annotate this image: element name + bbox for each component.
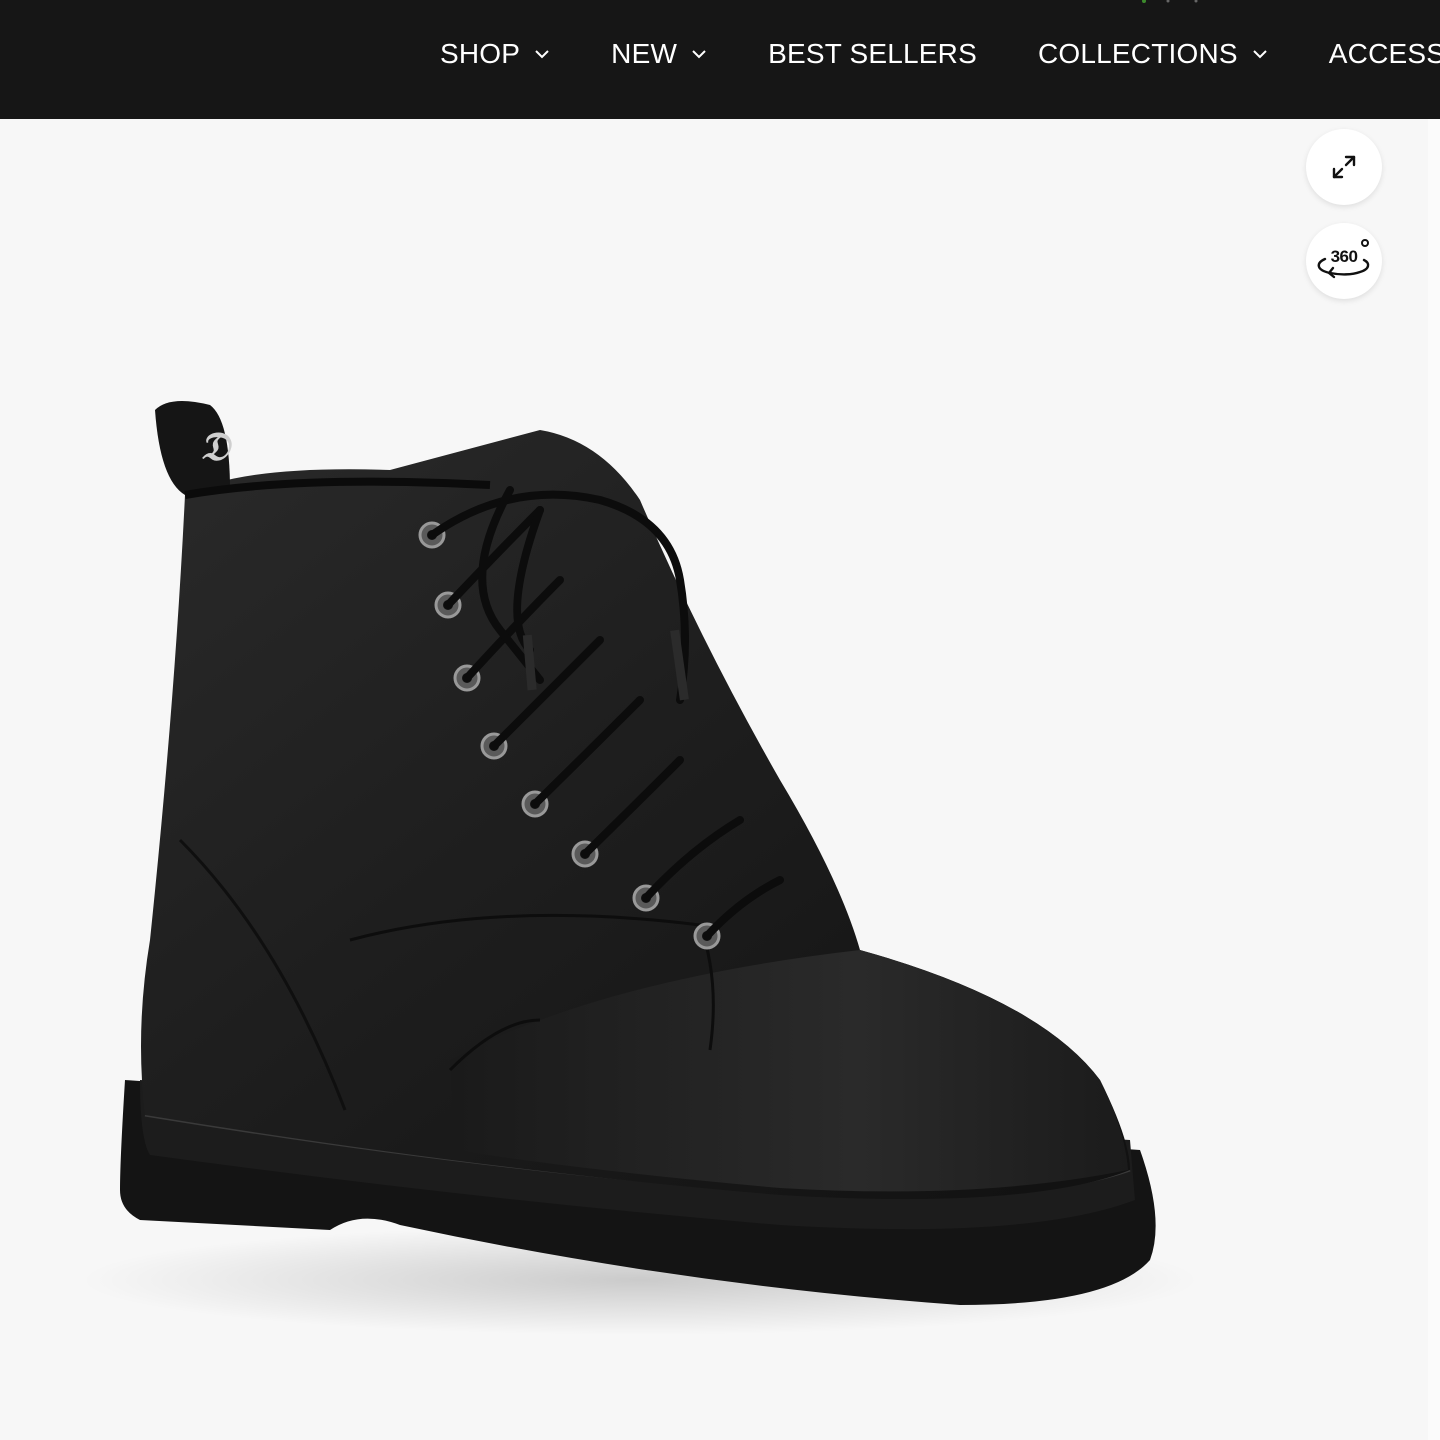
nav-item-label: NEW	[611, 38, 678, 69]
nav-item-best-sellers[interactable]: BEST SELLERS	[768, 34, 977, 74]
nav-item-shop[interactable]: SHOP	[440, 34, 550, 74]
chevron-down-icon	[692, 50, 706, 59]
chevron-down-icon	[535, 50, 549, 59]
top-navigation-bar: SHOP NEW BEST SELLERS COLLECTIONS ACCESS…	[0, 0, 1440, 119]
page-edge	[1428, 119, 1440, 1440]
nav-menu: SHOP NEW BEST SELLERS COLLECTIONS ACCESS…	[440, 34, 1440, 74]
nav-item-label: ACCESSORIES	[1328, 38, 1440, 69]
nav-item-new[interactable]: NEW	[611, 34, 707, 74]
nav-item-label: SHOP	[440, 38, 521, 69]
view-360-button[interactable]: 360	[1306, 223, 1382, 299]
expand-icon	[1332, 155, 1356, 179]
nav-item-collections[interactable]: COLLECTIONS	[1038, 34, 1268, 74]
logo-fragment-icon	[1142, 0, 1198, 3]
nav-item-label: BEST SELLERS	[768, 38, 977, 69]
nav-item-accessories[interactable]: ACCESSORIES	[1329, 34, 1440, 74]
fullscreen-button[interactable]	[1306, 129, 1382, 205]
black-boot-product-image[interactable]: 𝔇	[80, 380, 1220, 1360]
view-360-label: 360	[1330, 247, 1358, 266]
brand-mark: 𝔇	[200, 424, 233, 469]
nav-item-label: COLLECTIONS	[1037, 38, 1238, 69]
chevron-down-icon	[1253, 50, 1267, 59]
